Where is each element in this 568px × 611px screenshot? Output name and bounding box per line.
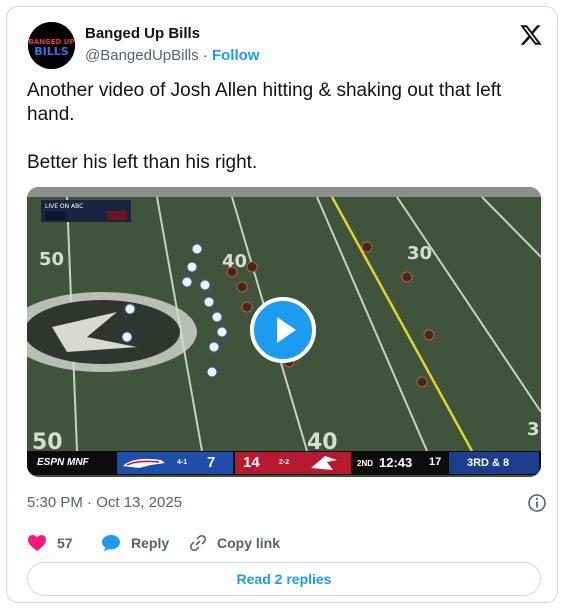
tweet-timestamp[interactable]: 5:30 PM · Oct 13, 2025	[27, 494, 182, 511]
link-icon	[189, 534, 207, 552]
quarter-label: 2ND	[357, 459, 374, 468]
like-count: 57	[57, 535, 73, 551]
author-name[interactable]: Banged Up Bills	[85, 25, 200, 42]
live-label: LIVE ON ABC	[45, 203, 83, 210]
reply-label: Reply	[131, 535, 170, 551]
home-team-logo-icon	[311, 456, 337, 470]
home-score: 14	[243, 454, 260, 471]
reply-button[interactable]: Reply	[101, 534, 169, 552]
play-clock: 17	[429, 456, 442, 468]
play-button[interactable]	[250, 297, 316, 363]
follow-button[interactable]: Follow	[212, 47, 260, 64]
away-record: 4-1	[177, 459, 188, 466]
away-team-logo-icon	[123, 458, 165, 468]
tweet-text-line: Better his left than his right.	[27, 152, 258, 173]
meta-separator: ·	[198, 47, 212, 64]
copy-link-button[interactable]: Copy link	[189, 534, 280, 552]
away-score: 7	[207, 454, 216, 471]
heart-icon	[28, 535, 46, 551]
field-number: 30	[407, 243, 432, 264]
game-clock: 12:43	[379, 455, 413, 470]
tweet-text-line: Another video of Josh Allen hitting & sh…	[27, 80, 502, 125]
home-record: 2-2	[279, 459, 290, 466]
down-distance: 3RD & 8	[467, 457, 510, 469]
field-number: 3	[527, 419, 540, 440]
field-number: 50	[39, 249, 64, 270]
video-player[interactable]: 50 40 30 50 40 3 LIVE ON ABC ESPN MNF 4-…	[27, 187, 541, 477]
avatar-text-bottom: BILLS	[34, 45, 68, 58]
tweet-text: Another video of Josh Allen hitting & sh…	[27, 79, 547, 175]
scorebug: ESPN MNF 4-1 7 14 2-2 2ND 12:43 17 3RD &…	[27, 451, 541, 475]
reply-icon	[102, 535, 120, 552]
network-label: ESPN MNF	[37, 457, 89, 468]
info-icon[interactable]	[527, 493, 547, 513]
author-meta: @BangedUpBills · Follow	[85, 47, 259, 64]
tweet-card: BANGED UP BILLS Banged Up Bills @BangedU…	[6, 6, 558, 603]
play-icon	[277, 317, 296, 343]
avatar-logo: BANGED UP BILLS	[28, 22, 75, 69]
read-replies-button[interactable]: Read 2 replies	[27, 562, 541, 596]
copy-link-label: Copy link	[217, 535, 281, 551]
avatar[interactable]: BANGED UP BILLS	[28, 22, 75, 69]
like-button[interactable]: 57	[27, 534, 73, 552]
x-logo-icon[interactable]	[519, 23, 543, 47]
author-handle[interactable]: @BangedUpBills	[85, 47, 199, 64]
